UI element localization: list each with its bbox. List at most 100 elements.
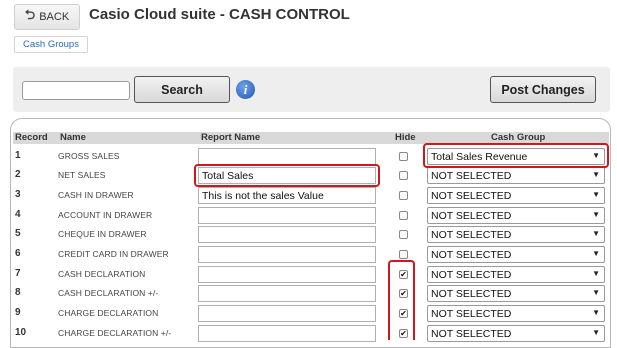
record-number: 2 — [15, 169, 21, 181]
hide-checkbox[interactable]: ✔ — [399, 309, 408, 319]
record-number: 6 — [15, 248, 21, 259]
table-row: 1 GROSS SALES Total Sales Revenue ▼ — [13, 147, 609, 167]
checkmark-icon: ✔ — [400, 309, 407, 319]
record-number: 8 — [15, 287, 21, 299]
cash-group-select[interactable]: NOT SELECTED ▼ — [427, 324, 605, 342]
hide-checkbox[interactable]: ✔ — [399, 269, 408, 279]
record-number: 5 — [15, 228, 21, 240]
report-name-input[interactable] — [198, 285, 376, 303]
cash-group-value: NOT SELECTED — [431, 308, 512, 321]
table-header: Record Name Report Name Hide Cash Group — [13, 132, 609, 144]
header-cash-group: Cash Group — [491, 132, 546, 143]
back-label: BACK — [39, 11, 70, 23]
report-name-input[interactable] — [198, 206, 376, 224]
record-name: CHARGE DECLARATION — [58, 308, 159, 319]
hide-checkbox[interactable] — [399, 190, 408, 200]
header-report-name: Report Name — [201, 132, 261, 143]
chevron-down-icon: ▼ — [592, 327, 600, 337]
hide-checkbox[interactable] — [399, 250, 408, 259]
record-name: CASH DECLARATION +/- — [58, 288, 159, 299]
cash-group-select[interactable]: NOT SELECTED ▼ — [427, 265, 605, 283]
table-row: 9 CHARGE DECLARATION ✔ NOT SELECTED ▼ — [13, 304, 609, 324]
record-name: CREDIT CARD IN DRAWER — [58, 249, 169, 259]
cash-group-value: NOT SELECTED — [431, 209, 512, 222]
hide-checkbox[interactable] — [399, 230, 408, 240]
chevron-down-icon: ▼ — [592, 170, 600, 180]
cash-group-value: NOT SELECTED — [431, 229, 512, 242]
record-number: 10 — [15, 326, 27, 338]
chevron-down-icon: ▼ — [592, 249, 600, 258]
record-name: NET SALES — [58, 170, 106, 181]
header-hide: Hide — [395, 132, 416, 143]
chevron-down-icon: ▼ — [592, 189, 600, 199]
cash-group-select[interactable]: NOT SELECTED ▼ — [427, 285, 605, 303]
record-number: 9 — [15, 307, 21, 319]
report-name-input[interactable] — [198, 305, 376, 323]
record-name: GROSS SALES — [58, 150, 120, 161]
report-name-input[interactable]: This is not the sales Value — [198, 186, 376, 204]
chevron-down-icon: ▼ — [592, 209, 600, 219]
cash-group-select[interactable]: NOT SELECTED ▼ — [427, 226, 605, 244]
report-name-input[interactable]: Total Sales — [198, 167, 376, 185]
post-changes-button[interactable]: Post Changes — [490, 76, 596, 103]
cash-group-select[interactable]: Total Sales Revenue ▼ — [427, 147, 605, 165]
cash-group-value: NOT SELECTED — [431, 327, 512, 340]
table-row: 8 CASH DECLARATION +/- ✔ NOT SELECTED ▼ — [13, 284, 609, 304]
record-number: 4 — [15, 208, 21, 220]
table-row: 5 CHEQUE IN DRAWER NOT SELECTED ▼ — [13, 225, 609, 245]
checkmark-icon: ✔ — [400, 269, 407, 279]
checkmark-icon: ✔ — [400, 328, 407, 338]
cash-groups-table: Record Name Report Name Hide Cash Group … — [10, 118, 611, 348]
hide-checkbox[interactable] — [399, 151, 408, 161]
report-name-input[interactable] — [198, 226, 376, 244]
cash-group-value: Total Sales Revenue — [431, 150, 528, 163]
chevron-down-icon: ▼ — [592, 229, 600, 239]
chevron-down-icon: ▼ — [592, 268, 600, 278]
hide-checkbox[interactable]: ✔ — [399, 289, 408, 299]
cash-group-value: NOT SELECTED — [431, 268, 512, 281]
table-row: 3 CASH IN DRAWER This is not the sales Val… — [13, 186, 609, 206]
cash-group-value: NOT SELECTED — [431, 170, 512, 183]
record-number: 1 — [15, 149, 21, 161]
back-button[interactable]: ⮌ BACK — [14, 4, 80, 30]
header-record: Record — [15, 132, 48, 143]
table-row: 4 ACCOUNT IN DRAWER NOT SELECTED ▼ — [13, 206, 609, 226]
record-number: 7 — [15, 267, 21, 279]
search-button[interactable]: Search — [134, 76, 230, 103]
hide-checkbox[interactable] — [399, 210, 408, 220]
table-row: 10 CHARGE DECLARATION +/- ✔ NOT SELECTED ▼ — [13, 324, 609, 344]
record-name: CHEQUE IN DRAWER — [58, 229, 147, 240]
report-name-input[interactable] — [198, 147, 376, 165]
cash-group-select[interactable]: NOT SELECTED ▼ — [427, 246, 605, 263]
report-name-input[interactable] — [198, 265, 376, 283]
back-arrow-icon: ⮌ — [24, 7, 36, 22]
search-input[interactable] — [22, 81, 130, 100]
table-row: 6 CREDIT CARD IN DRAWER NOT SELECTED ▼ — [13, 245, 609, 265]
cash-group-select[interactable]: NOT SELECTED ▼ — [427, 305, 605, 323]
chevron-down-icon: ▼ — [592, 150, 600, 160]
chevron-down-icon: ▼ — [592, 288, 600, 298]
report-name-input[interactable] — [198, 246, 376, 263]
breadcrumb-cash-groups[interactable]: Cash Groups — [14, 36, 88, 53]
hide-checkbox[interactable] — [399, 171, 408, 181]
cash-group-select[interactable]: NOT SELECTED ▼ — [427, 167, 605, 185]
toolbar: Search i Post Changes — [13, 67, 610, 112]
report-name-input[interactable] — [198, 324, 376, 342]
cash-group-value: NOT SELECTED — [431, 249, 512, 261]
record-name: CHARGE DECLARATION +/- — [58, 327, 172, 338]
cash-group-select[interactable]: NOT SELECTED ▼ — [427, 186, 605, 204]
cash-group-select[interactable]: NOT SELECTED ▼ — [427, 206, 605, 224]
hide-checkbox[interactable]: ✔ — [399, 328, 408, 338]
page-title: Casio Cloud suite - CASH CONTROL — [89, 6, 350, 23]
record-name: ACCOUNT IN DRAWER — [58, 209, 153, 220]
header-name: Name — [60, 132, 86, 143]
info-icon[interactable]: i — [236, 80, 255, 99]
record-number: 3 — [15, 188, 21, 200]
table-row: 2 NET SALES Total Sales NOT SELECTED ▼ — [13, 166, 609, 186]
cash-group-value: NOT SELECTED — [431, 288, 512, 301]
checkmark-icon: ✔ — [400, 289, 407, 299]
cash-group-value: NOT SELECTED — [431, 189, 512, 202]
chevron-down-icon: ▼ — [592, 308, 600, 318]
record-name: CASH DECLARATION — [58, 268, 146, 279]
table-row: 7 CASH DECLARATION ✔ NOT SELECTED ▼ — [13, 265, 609, 285]
